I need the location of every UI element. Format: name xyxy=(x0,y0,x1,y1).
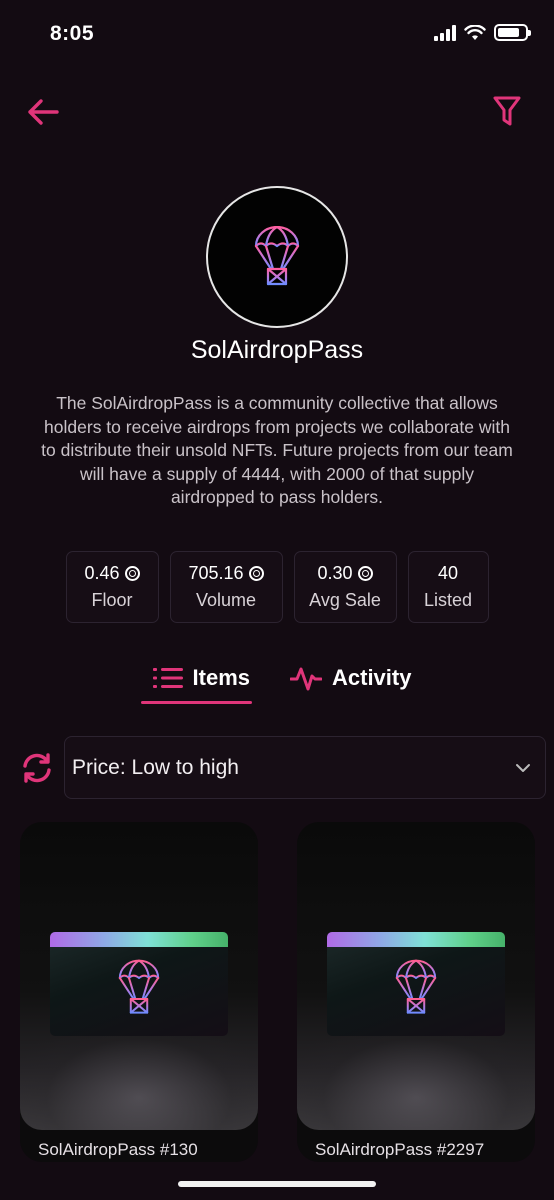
chevron-down-icon xyxy=(516,763,530,772)
tab-bar: Items Activity xyxy=(0,662,554,704)
back-button[interactable] xyxy=(22,92,64,132)
status-time: 8:05 xyxy=(50,22,95,45)
parachute-icon xyxy=(254,226,300,286)
cellular-signal-icon xyxy=(434,24,456,41)
stat-value: 40 xyxy=(437,563,459,583)
filter-button[interactable] xyxy=(488,92,526,132)
collection-avatar xyxy=(206,186,348,328)
pass-artwork xyxy=(50,932,228,1036)
battery-icon xyxy=(494,24,531,41)
stat-volume: 705.16 Volume xyxy=(169,551,283,623)
collection-description: The SolAirdropPass is a community collec… xyxy=(41,393,513,507)
refresh-icon xyxy=(23,753,51,783)
item-title: SolAirdropPass #2297 xyxy=(315,1140,485,1159)
stat-listed: 40 Listed xyxy=(407,551,489,623)
stat-label: Avg Sale xyxy=(309,590,381,610)
stat-value: 0.30 xyxy=(317,563,353,583)
parachute-icon xyxy=(118,959,160,1014)
pass-artwork xyxy=(327,932,505,1036)
tab-activity-label: Activity xyxy=(332,665,412,690)
item-card[interactable]: SolAirdropPass #130 xyxy=(20,822,258,1162)
stat-avg-sale: 0.30 Avg Sale xyxy=(293,551,397,623)
stat-label: Listed xyxy=(423,590,473,610)
tab-items-label: Items xyxy=(192,665,250,690)
item-card[interactable]: SolAirdropPass #2297 xyxy=(297,822,535,1162)
stat-value: 0.46 xyxy=(84,563,120,583)
stats-row: 0.46 Floor 705.16 Volume 0.30 Avg Sale 4… xyxy=(0,551,554,623)
home-indicator[interactable] xyxy=(178,1181,376,1187)
tab-items[interactable]: Items xyxy=(140,662,253,704)
stat-floor: 0.46 Floor xyxy=(65,551,159,623)
sol-currency-icon xyxy=(357,566,373,581)
sort-selected-value: Price: Low to high xyxy=(72,755,239,779)
item-image xyxy=(297,822,535,1130)
refresh-button[interactable] xyxy=(20,751,54,785)
sol-currency-icon xyxy=(124,566,140,581)
stat-value: 705.16 xyxy=(188,563,244,583)
wifi-icon xyxy=(464,24,486,40)
arrow-left-icon xyxy=(28,99,59,125)
status-icons xyxy=(434,24,531,41)
parachute-icon xyxy=(395,959,437,1014)
item-image xyxy=(20,822,258,1130)
status-bar: 8:05 xyxy=(0,0,554,70)
collection-name: SolAirdropPass xyxy=(190,336,364,364)
funnel-icon xyxy=(493,96,521,126)
sort-select[interactable]: Price: Low to high xyxy=(64,736,546,799)
tab-activity[interactable]: Activity xyxy=(278,662,413,704)
stat-label: Volume xyxy=(195,590,257,610)
item-title: SolAirdropPass #130 xyxy=(38,1140,198,1159)
sol-currency-icon xyxy=(248,566,264,581)
pulse-icon xyxy=(290,667,322,691)
stat-label: Floor xyxy=(91,590,133,610)
list-icon xyxy=(152,668,183,688)
